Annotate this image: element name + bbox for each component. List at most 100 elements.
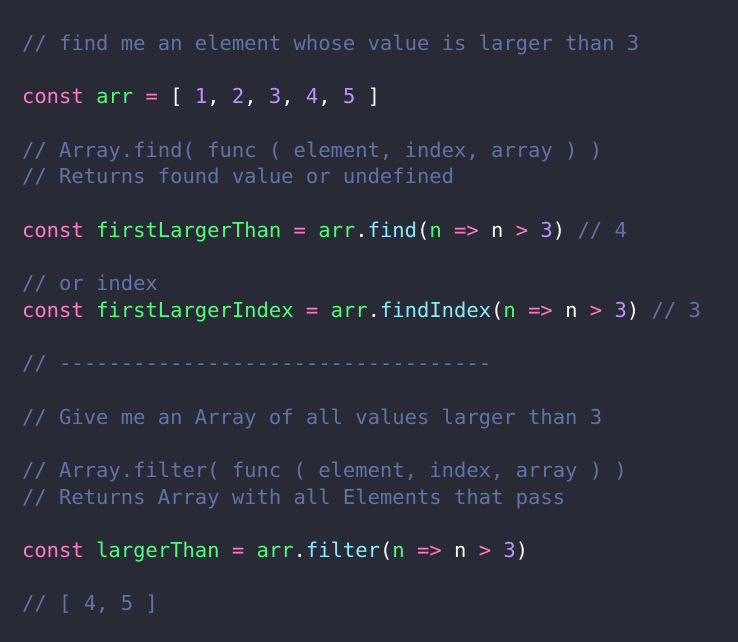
comment-token: // Give me an Array of all values larger… [22,404,603,429]
variable-token: firstLargerIndex [96,297,294,322]
code-line: const largerThan = arr.filter(n => n > 3… [22,537,701,564]
operator-token: = [305,297,319,322]
variable-token: firstLargerThan [96,217,282,242]
parameter-token: n [503,297,516,322]
punctuation-token: ] [367,84,380,109]
operator-token: > [589,297,603,322]
keyword-token: const [22,538,84,563]
comment-token: // Returns Array with all Elements that … [22,484,566,509]
code-line: // Returns found value or undefined [22,163,701,190]
operator-token: = [231,538,245,563]
operator-token: > [478,538,492,563]
comment-token: // ----------------------------------- [22,351,491,376]
operator-token: > [515,217,529,242]
punctuation-token: . [367,297,380,322]
operator-token: => [416,538,442,563]
punctuation-token: [ [170,84,183,109]
operator-token: => [528,297,553,322]
method-token: findIndex [379,297,492,322]
method-token: find [367,217,417,242]
punctuation-token: , [207,84,220,109]
code-line: // Give me an Array of all values larger… [22,404,701,431]
code-line: const firstLargerThan = arr.find(n => n … [22,217,701,244]
number-token: 1 [194,84,208,109]
parameter-token: n [392,538,405,563]
punctuation-token: ( [491,297,504,322]
code-line: // Array.find( func ( element, index, ar… [22,137,701,164]
number-token: 2 [231,84,245,109]
variable-token: arr [330,297,368,322]
code-block: // find me an element whose value is lar… [22,30,701,617]
punctuation-token: . [355,217,368,242]
code-line: // Returns Array with all Elements that … [22,484,701,511]
punctuation-token: ) [626,297,640,322]
code-line: const arr = [ 1, 2, 3, 4, 5 ] [22,83,701,110]
code-snippet-screenshot: { "colors": { "background": "#282a36", "… [0,0,738,642]
punctuation-token: ( [416,217,430,242]
number-token: 4 [305,84,319,109]
punctuation-token: ) [552,217,566,242]
operator-token: = [145,84,158,109]
code-line: // ----------------------------------- [22,350,701,377]
number-token: 3 [614,297,627,322]
keyword-token: const [22,84,84,109]
punctuation-token: , [318,84,331,109]
code-line: // or index [22,270,701,297]
number-token: 3 [268,84,282,109]
variable-token: arr [318,217,356,242]
operator-token: = [293,217,306,242]
parameter-token: n [429,217,442,242]
punctuation-token: . [293,538,306,563]
code-line: // [ 4, 5 ] [22,590,701,617]
comment-token: // [ 4, 5 ] [22,591,158,616]
punctuation-token: , [281,84,294,109]
punctuation-token: ( [379,538,393,563]
text-token: n [454,538,467,563]
comment-token: // find me an element whose value is lar… [22,31,640,55]
variable-token: largerThan [96,538,220,563]
comment-token: // Returns found value or undefined [22,164,454,189]
keyword-token: const [22,217,84,242]
variable-token: arr [96,84,134,109]
text-token: n [565,297,578,322]
code-line: const firstLargerIndex = arr.findIndex(n… [22,297,701,324]
punctuation-token: , [244,84,257,109]
comment-token: // Array.find( func ( element, index, ar… [22,137,603,162]
code-line: // find me an element whose value is lar… [22,30,701,57]
comment-token: // or index [22,271,158,296]
punctuation-token: ) [515,538,529,563]
operator-token: => [454,217,479,242]
